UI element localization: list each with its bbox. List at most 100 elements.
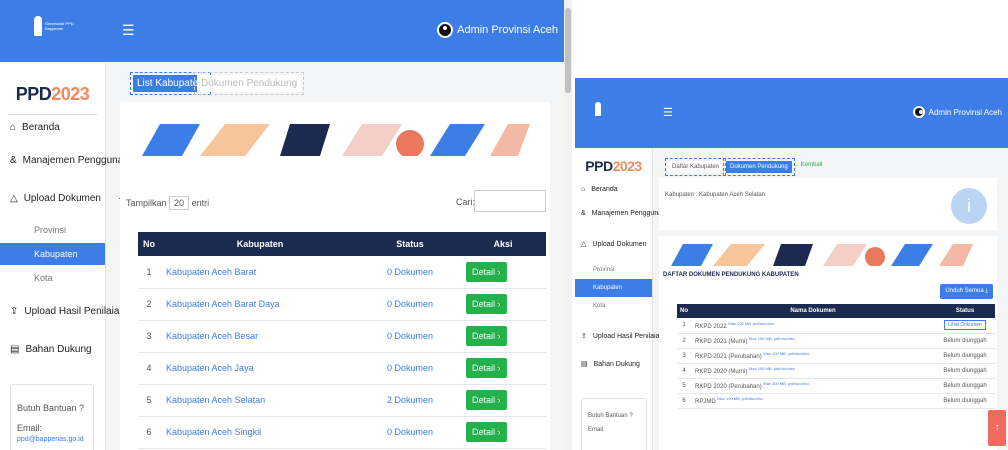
hamburger-menu-icon-2[interactable]: ☰ — [663, 106, 673, 119]
ppd-logo-icon-2 — [595, 102, 601, 116]
book-icon-2: ▤ — [581, 361, 588, 368]
tab-dokumen-pendukung-2[interactable]: Dokumen Pendukung — [723, 158, 795, 176]
sidebar2-item-beranda[interactable]: ⌂ Beranda — [581, 186, 618, 193]
help-box: Butuh Bantuan ? Email: ppd@bappenas.go.i… — [10, 384, 94, 450]
row-dokumen-note: Max 100 MB, pdf/doc/xlsx — [728, 320, 775, 326]
row-dokumen-name: RPJMD — [695, 399, 716, 405]
sidebar2-item-bahan[interactable]: ▤ Bahan Dukung — [581, 360, 640, 369]
sidebar-item-beranda[interactable]: ⌂ Beranda — [10, 122, 60, 133]
brand-logo[interactable]: Sekretariat PPD Bappenas — [0, 0, 106, 62]
home-icon: ⌂ — [10, 122, 17, 133]
kembali-link[interactable]: ← Kembali — [793, 162, 822, 168]
col-header-status[interactable]: Status — [360, 232, 460, 256]
top-navbar-2: ☰ Admin Provinsi Aceh — [575, 78, 1008, 148]
decorative-banner-2 — [671, 244, 973, 266]
scrollbar-thumb[interactable] — [565, 8, 571, 93]
home-icon-2: ⌂ — [581, 186, 586, 193]
row-no: 4 — [138, 352, 160, 385]
row-dokumen-note: Max 100 MB, pdf/doc/xlsx — [749, 336, 795, 341]
table-row: 1 RKPD 2022 Max 100 MB, pdf/doc/xlsx Lihat… — [677, 318, 995, 334]
row-dokumen-name: RKPD 2022 — [695, 323, 727, 330]
sidebar2-item-upload[interactable]: △Upload Dokumen– — [581, 240, 664, 249]
row-no: 3 — [138, 320, 160, 353]
sidebar2-subitem-kota[interactable]: Kota — [575, 297, 652, 315]
user-name-2: Admin Provinsi Aceh — [928, 107, 1002, 117]
dokumen-card: DAFTAR DOKUMEN PENDUKUNG KABUPATEN Unduh… — [659, 236, 997, 450]
table-row: 4 Kabupaten Aceh Jaya 0 Dokumen Detail › — [138, 352, 546, 385]
row-status: 0 Dokumen — [360, 416, 460, 449]
row-kabupaten: Kabupaten Aceh Singkil — [160, 416, 360, 449]
help-email-link[interactable]: ppd@bappenas.go.id — [17, 436, 87, 443]
row-dokumen-note: Max 100 MB, pdf/doc/xlsx — [717, 396, 764, 401]
row-status: Belum diunggah — [935, 363, 995, 379]
row-status: 0 Dokumen — [360, 256, 460, 289]
search-label: Cari: — [456, 197, 476, 207]
col-header-no[interactable]: No — [138, 232, 160, 256]
dokumen-pendukung-screen: ☰ Admin Provinsi Aceh PPD2023 ⌂ Beranda &… — [575, 78, 1008, 450]
col-header-nama-dokumen[interactable]: Nama Dokumen — [691, 304, 935, 318]
user-menu[interactable]: Admin Provinsi Aceh — [437, 22, 558, 38]
lihat-dokumen-button[interactable]: Lihat Dokumen — [944, 320, 986, 331]
sidebar-subitem-provinsi[interactable]: Provinsi — [0, 219, 105, 241]
col-header-status-2[interactable]: Status — [935, 304, 995, 318]
row-dokumen-name: RKPD 2020 (Perubahan) — [695, 384, 762, 390]
table-row: 2 RKPD 2021 (Murni) Max 100 MB, pdf/doc/x… — [677, 333, 995, 349]
tab-daftar-kabupaten[interactable]: Daftar Kabupaten — [665, 158, 727, 176]
row-status: 2 Dokumen — [360, 384, 460, 417]
upload-icon-2: ⇪ — [581, 333, 587, 340]
detail-button[interactable]: Detail › — [466, 422, 507, 442]
users-icon-2: & — [581, 210, 586, 217]
detail-button[interactable]: Detail › — [466, 390, 507, 410]
table-row: 3 Kabupaten Aceh Besar 0 Dokumen Detail › — [138, 320, 546, 353]
row-no: 4 — [677, 363, 691, 379]
detail-button[interactable]: Detail › — [466, 294, 507, 314]
sidebar-item-bahan-dukung[interactable]: ▤ Bahan Dukung — [10, 344, 92, 355]
sidebar2-subitem-provinsi[interactable]: Provinsi — [575, 261, 652, 279]
row-dokumen-name: RKPD 2020 (Murni) — [695, 369, 748, 375]
kabupaten-list-screen: Sekretariat PPD Bappenas ☰ Admin Provinsi… — [0, 0, 564, 450]
page-scrollbar[interactable] — [564, 0, 572, 450]
table-row: 6 Kabupaten Aceh Singkil 0 Dokumen Detail › — [138, 416, 546, 449]
unduh-semua-button[interactable]: Unduh Semua ⤓ — [940, 284, 993, 299]
row-no: 6 — [138, 416, 160, 449]
detail-button[interactable]: Detail › — [466, 358, 507, 378]
user-name: Admin Provinsi Aceh — [457, 24, 558, 36]
sidebar2-subitem-kabupaten[interactable]: Kabupaten — [575, 279, 652, 297]
table-row: 5 Kabupaten Aceh Selatan 2 Dokumen Detail › — [138, 384, 546, 417]
row-dokumen-name: RKPD 2021 (Murni) — [695, 339, 748, 345]
users-icon: & — [10, 155, 17, 166]
col-header-kabupaten[interactable]: Kabupaten — [160, 232, 360, 256]
row-no: 3 — [677, 348, 691, 364]
scroll-top-button[interactable]: ↑ — [988, 410, 1006, 446]
brand-logo-2[interactable] — [575, 78, 653, 148]
table-row: 1 Kabupaten Aceh Barat 0 Dokumen Detail › — [138, 256, 546, 289]
ppd-2023-logo: PPD2023 — [15, 84, 90, 104]
row-no: 6 — [677, 393, 691, 409]
entries-select[interactable]: 20 — [169, 196, 190, 210]
brand-line2: Bappenas — [45, 26, 64, 31]
info-icon: i — [951, 188, 987, 224]
sidebar-subitem-kabupaten[interactable]: Kabupaten — [0, 243, 105, 265]
row-no: 5 — [677, 378, 691, 394]
hamburger-menu-icon[interactable]: ☰ — [122, 22, 135, 39]
col-header-aksi: Aksi — [460, 232, 546, 256]
detail-button[interactable]: Detail › — [466, 261, 507, 282]
row-kabupaten: Kabupaten Aceh Besar — [160, 320, 360, 353]
tab-dokumen-pendukung[interactable]: Dokumen Pendukung — [194, 72, 305, 95]
section-title: DAFTAR DOKUMEN PENDUKUNG KABUPATEN — [663, 272, 799, 278]
main-content: List Kabupaten Dokumen Pendukung Tampilk… — [106, 62, 564, 450]
col-header-no-2[interactable]: No — [677, 304, 691, 318]
row-kabupaten: Kabupaten Aceh Barat Daya — [160, 288, 360, 321]
sidebar: PPD2023 ⌂Beranda &Manajemen Pengguna+ △U… — [0, 62, 135, 450]
upload-icon: ⇪ — [10, 306, 19, 317]
sidebar-subitem-kota[interactable]: Kota — [0, 267, 105, 289]
row-dokumen-note: Max 100 MB, pdf/doc/xlsx — [749, 366, 795, 371]
detail-button[interactable]: Detail › — [466, 326, 507, 346]
search-input[interactable] — [474, 190, 546, 212]
help-title-2: Butuh Bantuan ? — [588, 413, 633, 419]
help-email-label-2: Email: — [588, 427, 605, 433]
dokumen-table: No Nama Dokumen Status 1 RKPD 2022 Max 10… — [677, 304, 995, 409]
sidebar2-item-upload-hasil[interactable]: ⇪ Upload Hasil Penilaian — [581, 332, 663, 341]
help-email-label: Email: — [17, 423, 43, 433]
user-menu-2[interactable]: Admin Provinsi Aceh — [912, 106, 1002, 118]
